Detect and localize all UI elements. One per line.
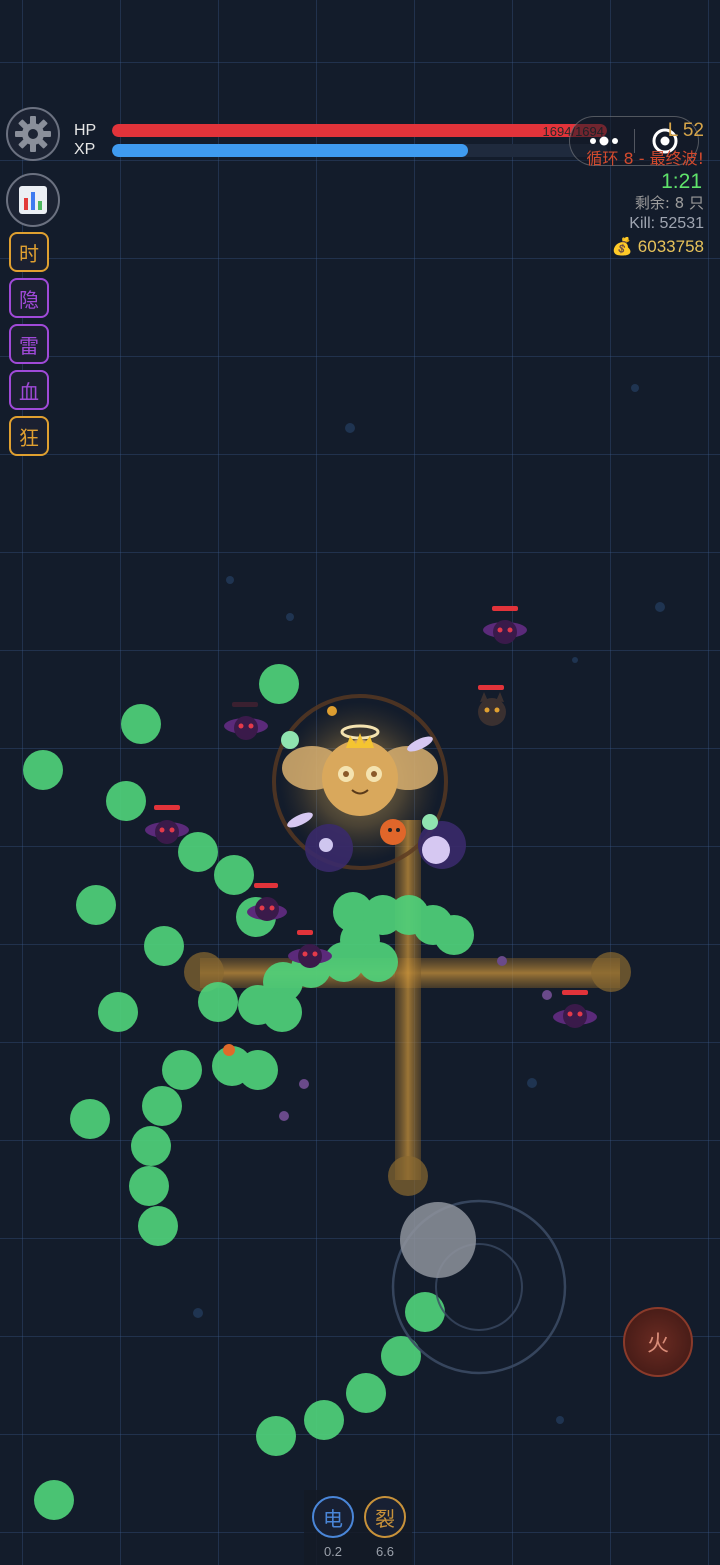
- survival-timer: 1:21: [661, 170, 702, 193]
- green-orb: [262, 992, 302, 1032]
- green-orb: [198, 982, 238, 1022]
- xp-label: XP: [74, 141, 96, 158]
- xp-bar: [112, 144, 607, 157]
- green-orb: [121, 704, 161, 744]
- green-orb: [34, 1480, 74, 1520]
- ability-cooldown: 0.2: [323, 1544, 343, 1559]
- electric-ability-icon[interactable]: 电: [312, 1496, 354, 1538]
- green-orb: [98, 992, 138, 1032]
- settings-button[interactable]: [6, 107, 60, 161]
- green-orb: [256, 1416, 296, 1456]
- skill-badge-rage[interactable]: 狂: [9, 416, 49, 456]
- green-orb: [304, 1400, 344, 1440]
- virtual-joystick: [391, 1199, 567, 1375]
- skill-badge-thunder[interactable]: 雷: [9, 324, 49, 364]
- ability-slot-split[interactable]: 裂 6.6: [362, 1496, 408, 1559]
- skill-badge-blood[interactable]: 血: [9, 370, 49, 410]
- wave-status: 循环 8 - 最终波!: [586, 149, 704, 168]
- green-orb: [178, 832, 218, 872]
- enemy-cat: [478, 685, 506, 726]
- green-orb: [23, 750, 63, 790]
- green-orb: [214, 855, 254, 895]
- split-ability-icon[interactable]: 裂: [364, 1496, 406, 1538]
- enemy-bat: [483, 606, 527, 644]
- green-orb: [144, 926, 184, 966]
- gold-counter: 💰 6033758: [611, 237, 704, 256]
- green-orb: [162, 1050, 202, 1090]
- ability-bar: 电 0.2 裂 6.6: [304, 1490, 412, 1565]
- level-display: L 52: [667, 120, 704, 141]
- ability-cooldown: 6.6: [375, 1544, 395, 1559]
- green-orb: [142, 1086, 182, 1126]
- green-orb: [405, 1292, 445, 1332]
- skill-badge-stealth[interactable]: 隐: [9, 278, 49, 318]
- stats-button[interactable]: [6, 173, 60, 227]
- enemy-bat: [145, 805, 189, 844]
- beam-end-right: [591, 952, 631, 992]
- enemy-bat: [224, 702, 268, 740]
- green-orb: [106, 781, 146, 821]
- game-playfield[interactable]: [0, 0, 720, 1565]
- ability-slot-electric[interactable]: 电 0.2: [310, 1496, 356, 1559]
- xp-bar-fill: [112, 144, 469, 157]
- kill-counter: Kill: 52531: [629, 215, 704, 232]
- green-orb: [434, 915, 474, 955]
- vertical-beam: [395, 820, 421, 1180]
- game-scene: [23, 384, 665, 1520]
- green-orb: [346, 1373, 386, 1413]
- hp-label: HP: [74, 122, 97, 139]
- skill-badge-time[interactable]: 时: [9, 232, 49, 272]
- bar-chart-icon: [19, 186, 47, 214]
- green-orb: [259, 664, 299, 704]
- green-orb: [70, 1099, 110, 1139]
- enemy-bat: [553, 990, 597, 1028]
- gear-icon: [15, 116, 51, 152]
- beam-end-bottom: [388, 1156, 428, 1196]
- green-orb: [238, 1050, 278, 1090]
- green-orb: [76, 885, 116, 925]
- green-orb: [129, 1166, 169, 1206]
- remaining-enemies: 剩余: 8 只: [634, 194, 704, 212]
- green-orb: [381, 1336, 421, 1376]
- green-orb: [138, 1206, 178, 1246]
- green-orb: [131, 1126, 171, 1166]
- fire-skill-button[interactable]: 火: [623, 1307, 693, 1377]
